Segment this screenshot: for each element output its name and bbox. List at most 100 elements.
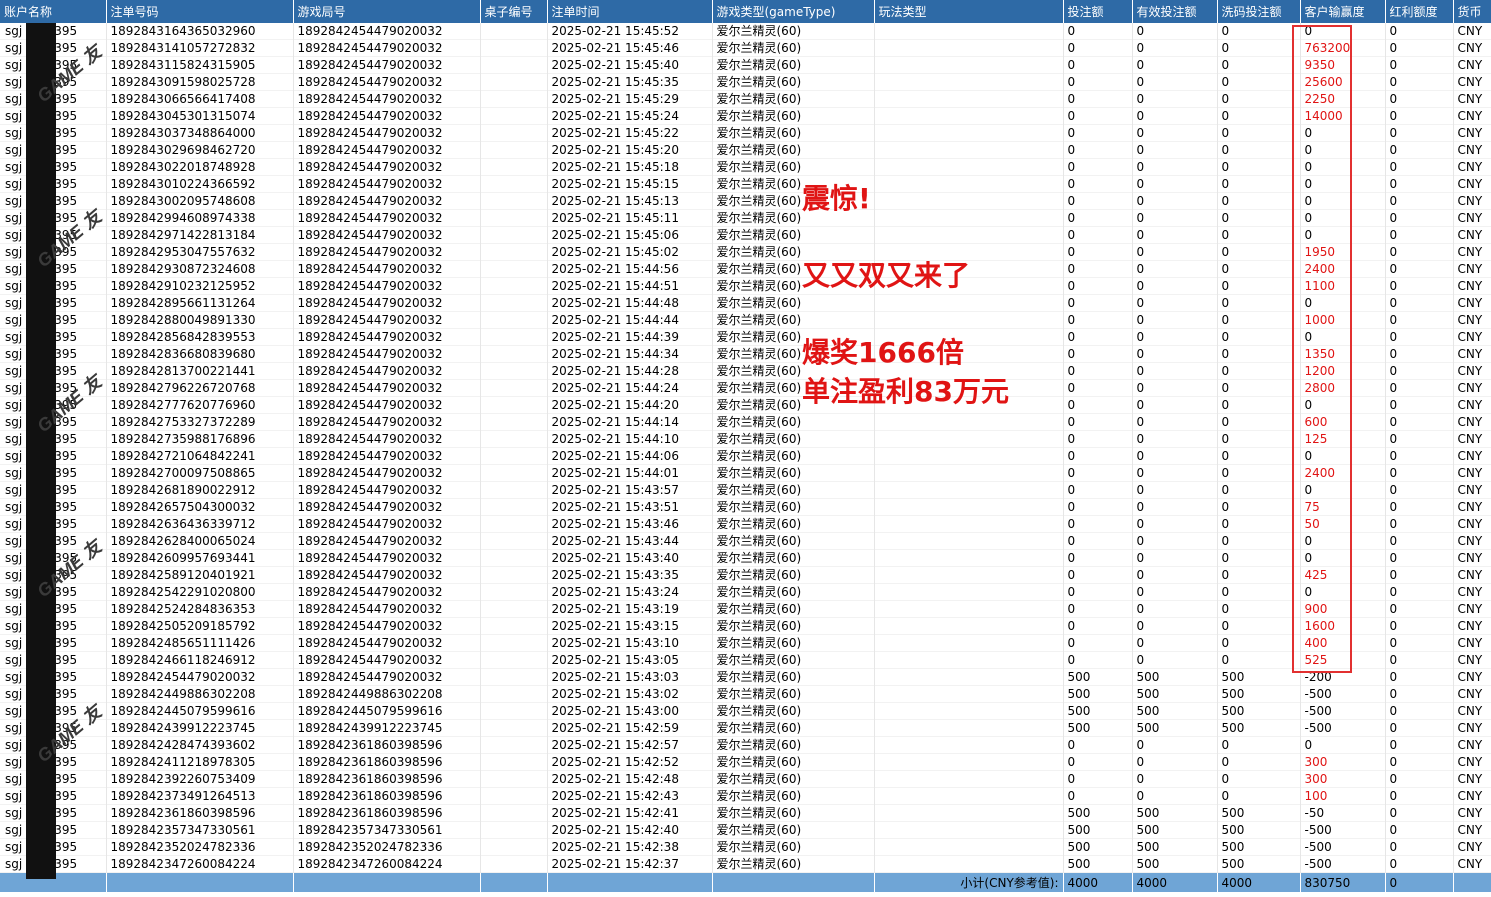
table-row[interactable]: sgj 395 1892842524284836353 189284245447902… xyxy=(0,600,1491,618)
play-type-cell xyxy=(874,124,1064,142)
table-row[interactable]: sgj 395 1892842505209185792 189284245447902… xyxy=(0,617,1491,635)
subtotal-valid: 4000 xyxy=(1132,872,1218,892)
table-row[interactable]: sgj 395 1892842721064842241 189284245447902… xyxy=(0,447,1491,465)
game-type-cell: 爱尔兰精灵(60) xyxy=(712,668,875,686)
table-row[interactable]: sgj 395 1892842449886302208 189284244988630… xyxy=(0,685,1491,703)
play-type-cell xyxy=(874,192,1064,210)
table-row[interactable]: sgj 395 1892842628400065024 189284245447902… xyxy=(0,532,1491,550)
table-row[interactable]: sgj 395 1892842813700221441 189284245447902… xyxy=(0,362,1491,380)
table-row[interactable]: sgj 395 1892842357347330561 189284235734733… xyxy=(0,821,1491,839)
bet-time-cell: 2025-02-21 15:43:57 xyxy=(547,481,713,499)
table-row[interactable]: sgj 395 1892842347260084224 189284234726008… xyxy=(0,855,1491,873)
col-header-currency[interactable]: 货币 xyxy=(1453,0,1491,23)
round-number-cell: 1892842454479020032 xyxy=(293,209,481,227)
table-row[interactable]: sgj 395 1892842411218978305 189284236186039… xyxy=(0,753,1491,771)
table-row[interactable]: sgj 395 1892842735988176896 189284245447902… xyxy=(0,430,1491,448)
bet-amount-cell: 0 xyxy=(1063,243,1133,261)
table-row[interactable]: sgj 395 1892842445079599616 189284244507959… xyxy=(0,702,1491,720)
bet-number-cell: 1892842628400065024 xyxy=(106,532,294,550)
table-row[interactable]: sgj 395 1892842930872324608 189284245447902… xyxy=(0,260,1491,278)
bonus-cell: 0 xyxy=(1385,311,1454,329)
table-row[interactable]: sgj 395 1892842895661131264 189284245447902… xyxy=(0,294,1491,312)
bet-amount-cell: 0 xyxy=(1063,634,1133,652)
table-row[interactable]: sgj 395 1892843115824315905 189284245447902… xyxy=(0,56,1491,74)
table-number-cell xyxy=(480,396,548,414)
wash-bet-cell: 0 xyxy=(1217,73,1301,91)
table-row[interactable]: sgj 395 1892842880049891330 189284245447902… xyxy=(0,311,1491,329)
table-row[interactable]: sgj 395 1892843141057272832 189284245447902… xyxy=(0,39,1491,57)
table-row[interactable]: sgj 395 1892842796226720768 189284245447902… xyxy=(0,379,1491,397)
table-row[interactable]: sgj 395 1892842777620776960 189284245447902… xyxy=(0,396,1491,414)
table-number-cell xyxy=(480,277,548,295)
table-row[interactable]: sgj 395 1892842753327372289 189284245447902… xyxy=(0,413,1491,431)
table-row[interactable]: sgj 395 1892842373491264513 189284236186039… xyxy=(0,787,1491,805)
col-header-account[interactable]: 账户名称 xyxy=(0,0,107,23)
table-row[interactable]: sgj 395 1892842392260753409 189284236186039… xyxy=(0,770,1491,788)
table-row[interactable]: sgj 395 1892842428474393602 189284236186039… xyxy=(0,736,1491,754)
play-type-cell xyxy=(874,226,1064,244)
wash-bet-cell: 500 xyxy=(1217,702,1301,720)
col-header-bet-number[interactable]: 注单号码 xyxy=(106,0,294,23)
play-type-cell xyxy=(874,294,1064,312)
table-row[interactable]: sgj 395 1892843010224366592 189284245447902… xyxy=(0,175,1491,193)
bet-number-cell: 1892842428474393602 xyxy=(106,736,294,754)
table-number-cell xyxy=(480,260,548,278)
table-row[interactable]: sgj 395 1892843029698462720 189284245447902… xyxy=(0,141,1491,159)
wash-bet-cell: 0 xyxy=(1217,311,1301,329)
valid-bet-cell: 0 xyxy=(1132,753,1218,771)
col-header-play-type[interactable]: 玩法类型 xyxy=(874,0,1064,23)
table-row[interactable]: sgj 395 1892842657504300032 189284245447902… xyxy=(0,498,1491,516)
account-prefix: sgj xyxy=(5,585,23,599)
table-row[interactable]: sgj 395 1892843091598025728 189284245447902… xyxy=(0,73,1491,91)
table-row[interactable]: sgj 395 1892842971422813184 189284245447902… xyxy=(0,226,1491,244)
game-type-cell: 爱尔兰精灵(60) xyxy=(712,634,875,652)
bonus-cell: 0 xyxy=(1385,226,1454,244)
table-row[interactable]: sgj 395 1892842953047557632 189284245447902… xyxy=(0,243,1491,261)
table-row[interactable]: sgj 395 1892842636436339712 189284245447902… xyxy=(0,515,1491,533)
account-prefix: sgj xyxy=(5,806,23,820)
col-header-wash-bet[interactable]: 洗码投注额 xyxy=(1217,0,1301,23)
bet-amount-cell: 0 xyxy=(1063,124,1133,142)
bet-amount-cell: 500 xyxy=(1063,719,1133,737)
bet-amount-cell: 0 xyxy=(1063,532,1133,550)
table-row[interactable]: sgj 395 1892843002095748608 189284245447902… xyxy=(0,192,1491,210)
col-header-win-loss[interactable]: 客户输赢度 xyxy=(1300,0,1386,23)
valid-bet-cell: 0 xyxy=(1132,430,1218,448)
table-row[interactable]: sgj 395 1892842361860398596 189284236186039… xyxy=(0,804,1491,822)
table-row[interactable]: sgj 395 1892842454479020032 189284245447902… xyxy=(0,668,1491,686)
col-header-bonus[interactable]: 红利额度 xyxy=(1385,0,1454,23)
play-type-cell xyxy=(874,311,1064,329)
table-row[interactable]: sgj 395 1892842609957693441 189284245447902… xyxy=(0,549,1491,567)
col-header-table-number[interactable]: 桌子编号 xyxy=(480,0,548,23)
bonus-cell: 0 xyxy=(1385,430,1454,448)
table-row[interactable]: sgj 395 1892843045301315074 189284245447902… xyxy=(0,107,1491,125)
bet-time-cell: 2025-02-21 15:44:20 xyxy=(547,396,713,414)
valid-bet-cell: 0 xyxy=(1132,651,1218,669)
currency-cell: CNY xyxy=(1453,277,1491,295)
col-header-bet-time[interactable]: 注单时间 xyxy=(547,0,713,23)
play-type-cell xyxy=(874,838,1064,856)
table-row[interactable]: sgj 395 1892843164365032960 189284245447902… xyxy=(0,23,1491,40)
table-row[interactable]: sgj 395 1892842542291020800 189284245447902… xyxy=(0,583,1491,601)
table-row[interactable]: sgj 395 1892842836680839680 189284245447902… xyxy=(0,345,1491,363)
col-header-round-number[interactable]: 游戏局号 xyxy=(293,0,481,23)
bet-amount-cell: 0 xyxy=(1063,396,1133,414)
col-header-valid-bet[interactable]: 有效投注额 xyxy=(1132,0,1218,23)
account-suffix: 395 xyxy=(54,126,78,140)
table-row[interactable]: sgj 395 1892842681890022912 189284245447902… xyxy=(0,481,1491,499)
table-row[interactable]: sgj 395 1892842856842839553 189284245447902… xyxy=(0,328,1491,346)
table-row[interactable]: sgj 395 1892842589120401921 189284245447902… xyxy=(0,566,1491,584)
round-number-cell: 1892842361860398596 xyxy=(293,804,481,822)
table-row[interactable]: sgj 395 1892842485651111426 189284245447902… xyxy=(0,634,1491,652)
table-row[interactable]: sgj 395 1892842700097508865 189284245447902… xyxy=(0,464,1491,482)
table-row[interactable]: sgj 395 1892843037348864000 189284245447902… xyxy=(0,124,1491,142)
table-row[interactable]: sgj 395 1892842910232125952 189284245447902… xyxy=(0,277,1491,295)
table-row[interactable]: sgj 395 1892843066566417408 189284245447902… xyxy=(0,90,1491,108)
col-header-game-type[interactable]: 游戏类型(gameType) xyxy=(712,0,875,23)
table-row[interactable]: sgj 395 1892842466118246912 189284245447902… xyxy=(0,651,1491,669)
table-row[interactable]: sgj 395 1892842352024782336 189284235202478… xyxy=(0,838,1491,856)
table-row[interactable]: sgj 395 1892842439912223745 189284243991222… xyxy=(0,719,1491,737)
col-header-bet-amount[interactable]: 投注额 xyxy=(1063,0,1133,23)
table-row[interactable]: sgj 395 1892842994608974338 189284245447902… xyxy=(0,209,1491,227)
table-row[interactable]: sgj 395 1892843022018748928 189284245447902… xyxy=(0,158,1491,176)
